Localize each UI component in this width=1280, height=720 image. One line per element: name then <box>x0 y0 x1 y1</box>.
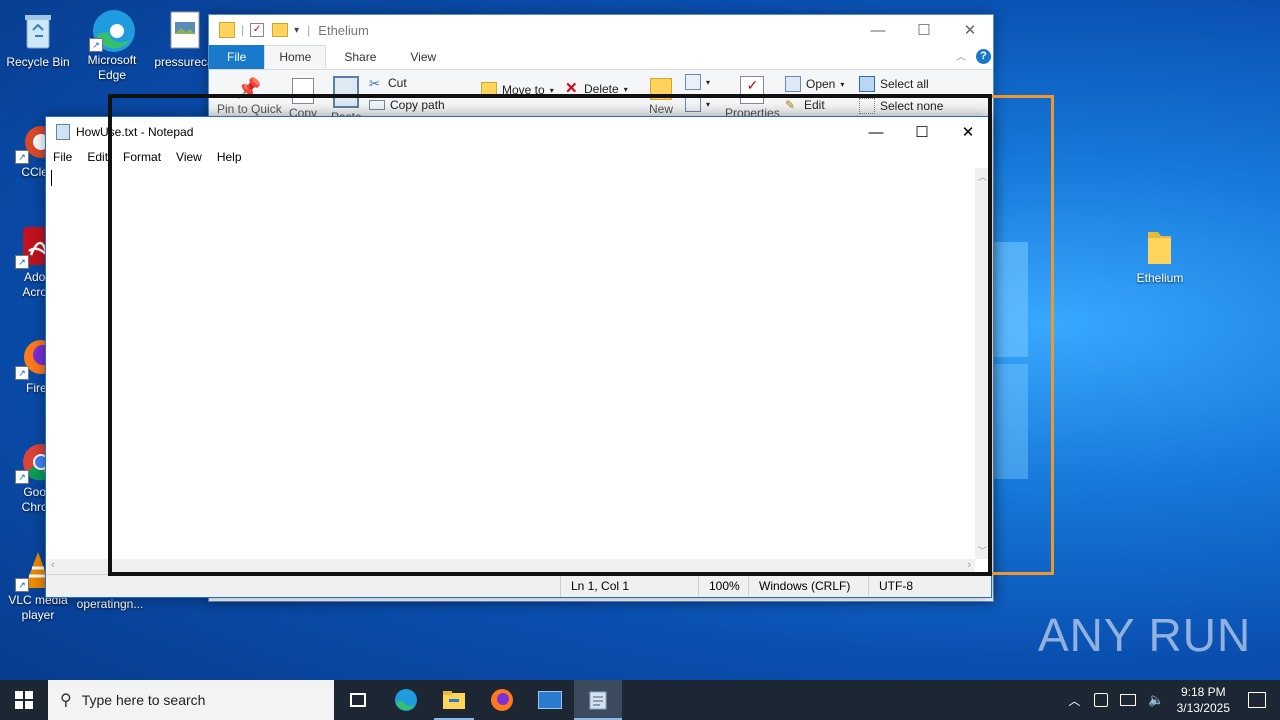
desktop-icon-label: Ethelium <box>1136 271 1184 285</box>
file-explorer-icon <box>443 691 465 709</box>
properties-quick-icon[interactable]: ✓ <box>250 23 265 37</box>
shortcut-arrow-icon: ↗ <box>15 578 29 592</box>
search-icon: ⚲ <box>60 692 72 709</box>
task-view-icon <box>350 693 366 707</box>
new-folder-quick-icon[interactable] <box>272 23 289 37</box>
dropdown-arrow-icon: ▾ <box>840 79 845 89</box>
desktop-icon-edge[interactable]: ↗ Microsoft Edge <box>74 8 150 83</box>
status-bar: Ln 1, Col 1 100% Windows (CRLF) UTF-8 <box>46 574 991 597</box>
ribbon-collapse-icon[interactable]: ︿ <box>956 48 966 63</box>
shortcut-arrow-icon: ↗ <box>15 255 29 269</box>
text-cursor <box>51 170 52 186</box>
new-item-icon <box>685 74 701 90</box>
shortcut-arrow-icon: ↗ <box>89 38 103 52</box>
clock[interactable]: 9:18 PM 3/13/2025 <box>1177 684 1230 716</box>
maximize-button[interactable]: ☐ <box>901 15 947 45</box>
shortcut-arrow-icon: ↗ <box>15 150 29 164</box>
device-icon[interactable] <box>1094 693 1109 707</box>
desktop-icon-ethelium-folder[interactable]: Ethelium <box>1122 226 1198 286</box>
highlight-rectangle-black <box>108 94 992 576</box>
minimize-button[interactable]: — <box>855 15 901 45</box>
taskbar: ⚲ Type here to search ︿ 🔈 9:18 PM 3/13/2… <box>0 680 1280 720</box>
image-file-icon <box>163 10 205 52</box>
taskbar-firefox[interactable] <box>478 680 526 720</box>
notepad-icon <box>589 691 607 710</box>
tab-file[interactable]: File <box>209 45 265 69</box>
taskbar-app[interactable] <box>526 680 574 720</box>
desktop-icon-operatingn[interactable]: operatingn... <box>72 597 148 615</box>
anyrun-watermark: ANY RUN <box>1038 609 1252 661</box>
search-placeholder: Type here to search <box>81 692 206 708</box>
select-all-button[interactable]: Select all <box>859 76 929 92</box>
desktop-icon-label: Microsoft Edge <box>87 53 137 82</box>
volume-icon[interactable]: 🔈 <box>1148 692 1164 708</box>
network-icon[interactable] <box>1120 694 1137 706</box>
dropdown-arrow-icon: ▾ <box>706 77 711 87</box>
notepad-icon <box>56 124 70 140</box>
task-view-button[interactable] <box>334 680 382 720</box>
tab-share[interactable]: Share <box>330 46 390 69</box>
quick-access-dropdown-icon[interactable]: ▾ <box>294 25 299 36</box>
desktop-icon-label: operatingn... <box>76 597 144 611</box>
clock-time: 9:18 PM <box>1180 685 1226 699</box>
explorer-titlebar[interactable]: | ✓ ▾ | Ethelium — ☐ ✕ <box>209 15 993 45</box>
select-all-icon <box>859 76 875 92</box>
status-zoom: 100% <box>698 575 740 597</box>
chevron-up-icon[interactable]: ︿ <box>1068 692 1080 709</box>
status-encoding: UTF-8 <box>868 575 913 597</box>
taskbar-notepad[interactable] <box>574 680 622 720</box>
explorer-title: Ethelium <box>318 22 369 38</box>
separator: | <box>307 23 311 37</box>
folder-icon <box>219 22 235 38</box>
scroll-left-icon[interactable]: ‹ <box>51 559 55 571</box>
tab-home[interactable]: Home <box>264 45 327 69</box>
taskbar-edge[interactable] <box>382 680 430 720</box>
menu-file[interactable]: File <box>46 150 80 164</box>
start-button[interactable] <box>0 680 48 720</box>
open-button[interactable]: Open ▾ <box>785 76 844 92</box>
edge-icon: ↗ <box>89 8 135 52</box>
separator: | <box>241 23 245 37</box>
status-position: Ln 1, Col 1 <box>560 575 629 597</box>
folder-icon <box>1139 226 1181 268</box>
close-button[interactable]: ✕ <box>947 15 993 45</box>
dropdown-arrow-icon: ▾ <box>623 84 628 94</box>
tab-view[interactable]: View <box>396 46 450 69</box>
firefox-icon <box>491 689 513 711</box>
open-icon <box>785 76 801 92</box>
notification-icon[interactable] <box>1248 692 1266 708</box>
search-box[interactable]: ⚲ Type here to search <box>48 680 334 720</box>
status-line-ending: Windows (CRLF) <box>748 575 850 597</box>
desktop-icon-label: Recycle Bin <box>6 55 70 69</box>
help-icon[interactable]: ? <box>976 49 991 64</box>
shortcut-arrow-icon: ↗ <box>15 470 29 484</box>
ribbon-tabs: File Home Share View ︿ ? <box>209 45 993 69</box>
system-tray: ︿ 🔈 9:18 PM 3/13/2025 <box>1060 680 1280 720</box>
taskbar-file-explorer[interactable] <box>430 680 478 720</box>
clock-date: 3/13/2025 <box>1176 701 1230 715</box>
new-item-button[interactable]: ▾ <box>685 74 710 90</box>
scissors-icon: ✂ <box>369 76 380 91</box>
edge-icon <box>395 689 417 711</box>
app-window-icon <box>538 691 562 709</box>
windows-logo-icon <box>15 691 33 709</box>
desktop-icon-recycle-bin[interactable]: Recycle Bin <box>0 10 76 70</box>
shortcut-arrow-icon: ↗ <box>15 366 29 380</box>
cut-button[interactable]: ✂ Cut <box>369 76 407 91</box>
recycle-bin-icon <box>17 10 59 52</box>
